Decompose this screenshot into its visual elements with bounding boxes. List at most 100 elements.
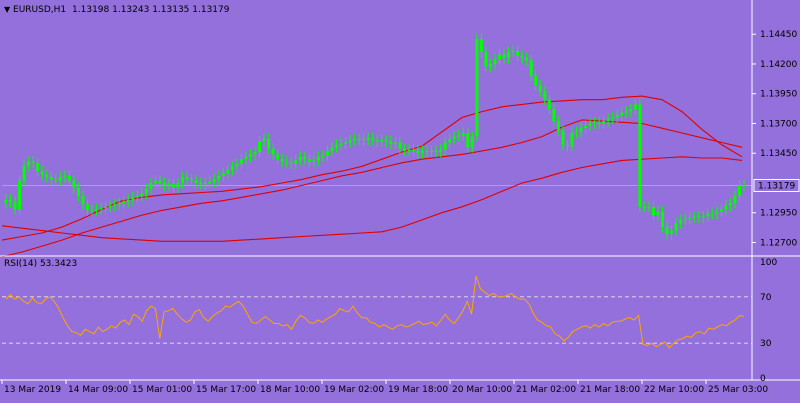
candle-body [76, 187, 80, 197]
candle-body [516, 50, 520, 56]
chart-header: ▼ EURUSD,H1 1.13198 1.13243 1.13135 1.13… [4, 4, 229, 16]
candle-body [448, 138, 452, 143]
candle-body [212, 179, 216, 182]
candle-body [543, 91, 547, 100]
candle-body [63, 175, 67, 178]
candle-body [425, 150, 429, 153]
candle-body [81, 196, 85, 205]
candle-body [316, 156, 320, 161]
candle-body [58, 177, 62, 181]
candle-body [706, 213, 710, 217]
candle-body [638, 104, 642, 207]
candle-body [40, 171, 44, 175]
price-axis-label: 1.13450 [760, 149, 797, 159]
candle-body [498, 54, 502, 60]
candle-body [181, 177, 185, 183]
candle-body [606, 118, 610, 122]
candle-body [593, 122, 597, 124]
candle-body [126, 199, 130, 203]
price-axis-label: 1.14200 [760, 60, 797, 70]
candle-body [525, 58, 529, 61]
moving-average-medium [1, 119, 743, 258]
candle-body [443, 142, 447, 150]
candle-body [348, 140, 352, 143]
candle-body [398, 142, 402, 149]
candle-body [153, 180, 157, 183]
candle-body [298, 156, 302, 161]
candle-body [85, 204, 89, 211]
candle-body [561, 130, 565, 145]
candle-body [624, 111, 628, 113]
candle-body [285, 161, 289, 163]
candle-body [484, 52, 488, 67]
candle-body [176, 182, 180, 188]
candle-body [661, 211, 665, 228]
candle-body [520, 55, 524, 59]
rsi-line [5, 275, 745, 349]
candle-body [357, 138, 361, 140]
candle-body [565, 144, 569, 147]
candle-body [262, 138, 266, 142]
candle-body [411, 149, 415, 151]
candle-body [199, 182, 203, 185]
price-axis-label: 1.14450 [760, 30, 797, 40]
candle-body [276, 154, 280, 160]
candle-body [479, 38, 483, 53]
candle-body [584, 125, 588, 129]
candle-body [144, 188, 148, 194]
candle-body [380, 140, 384, 142]
candle-body [534, 75, 538, 86]
price-axis-label: 1.13700 [760, 119, 797, 129]
candle-body [615, 115, 619, 118]
candle-body [113, 204, 117, 206]
candle-body [344, 142, 348, 144]
candle-body [430, 150, 434, 153]
candle-body [244, 156, 248, 160]
candle-body [570, 133, 574, 147]
candle-body [99, 207, 103, 210]
candle-body [651, 206, 655, 216]
candle-body [140, 193, 144, 197]
candle-body [665, 227, 669, 235]
candle-body [167, 184, 171, 186]
candle-body [602, 121, 606, 124]
candle-body [172, 184, 176, 188]
rsi-axis-label: 70 [760, 293, 772, 303]
candle-body [307, 159, 311, 162]
candle-body [104, 206, 108, 208]
candle-body [724, 205, 728, 210]
candle-body [22, 166, 26, 181]
candle-body [733, 196, 737, 204]
candle-body [208, 181, 212, 183]
candle-body [688, 217, 692, 219]
candle-body [389, 141, 393, 144]
candle-body [502, 54, 506, 59]
time-axis-label: 13 Mar 2019 [4, 385, 61, 395]
candle-body [239, 159, 243, 164]
candle-body [656, 211, 660, 216]
rsi-axis-label: 30 [760, 339, 772, 349]
candle-body [633, 104, 637, 110]
price-axis-label: 1.12700 [760, 238, 797, 248]
candle-body [135, 196, 139, 198]
candle-body [452, 136, 456, 139]
chart-menu-icon[interactable]: ▼ [4, 5, 10, 14]
candle-body [742, 185, 746, 187]
candle-body [72, 180, 76, 188]
time-axis-label: 19 Mar 18:00 [388, 385, 448, 395]
chart-canvas[interactable]: 1.14450 1.14200 1.13950 1.13700 1.13450 1.129… [0, 0, 800, 400]
candle-body [108, 205, 112, 207]
candle-body [402, 148, 406, 151]
candle-body [321, 155, 325, 157]
time-axis-label: 19 Mar 02:00 [324, 385, 384, 395]
candle-body [375, 140, 379, 142]
candle-body [507, 52, 511, 59]
candle-body [221, 173, 225, 176]
candle-body [393, 142, 397, 144]
time-axis-label: 22 Mar 10:00 [644, 385, 704, 395]
candle-body [371, 137, 375, 141]
candle-body [579, 128, 583, 132]
candle-body [325, 150, 329, 156]
candle-body [49, 177, 53, 180]
candle-body [683, 218, 687, 220]
